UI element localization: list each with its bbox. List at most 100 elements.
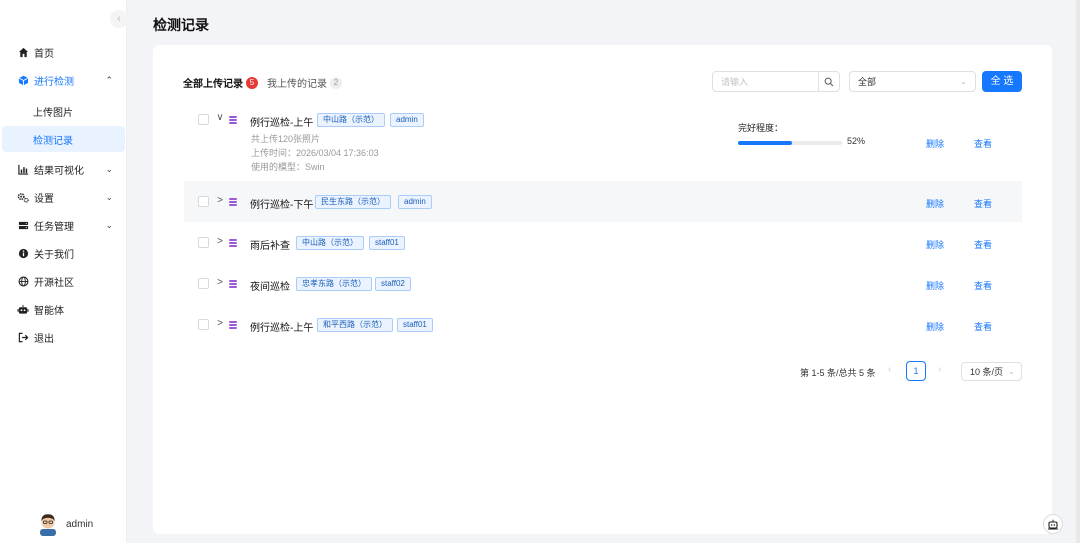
progress-fill xyxy=(738,141,793,145)
drag-handle-icon[interactable] xyxy=(229,239,237,247)
sidebar-item-home[interactable]: 首页 xyxy=(0,38,127,66)
record-title: 例行巡检-上午 xyxy=(250,118,314,129)
search-icon xyxy=(824,77,834,86)
tab-all-records[interactable]: 全部上传记录 5 xyxy=(183,75,258,90)
sidebar-item-agent[interactable]: 智能体 xyxy=(0,295,127,323)
drag-handle-icon[interactable] xyxy=(229,198,237,206)
sidebar-subitem-upload[interactable]: 上传图片 xyxy=(0,98,123,124)
page-size-select[interactable]: 10 条/页 ⌄ xyxy=(961,362,1022,381)
sidebar-subitem-label: 上传图片 xyxy=(33,107,73,119)
pagination-summary: 第 1-5 条/总共 5 条 xyxy=(800,368,876,378)
info-icon xyxy=(17,247,29,259)
photo-count: 共上传120张照片 xyxy=(251,134,321,144)
delete-button[interactable]: 删除 xyxy=(926,238,944,251)
sidebar-item-label: 结果可视化 xyxy=(34,165,84,177)
count-badge: 2 xyxy=(330,76,342,89)
road-tag: 忠孝东路（示范） xyxy=(296,277,372,291)
sidebar-item-label: 开源社区 xyxy=(34,277,74,289)
delete-button[interactable]: 删除 xyxy=(926,279,944,292)
record-row: ∨ 例行巡检-上午 中山路（示范） admin 共上传120张照片 上传时间：2… xyxy=(184,106,1022,178)
scrollbar[interactable] xyxy=(1076,0,1080,543)
record-title: 例行巡检-上午 xyxy=(250,323,314,334)
progress-bar xyxy=(738,141,842,145)
delete-button[interactable]: 删除 xyxy=(926,137,944,150)
view-button[interactable]: 查看 xyxy=(974,320,992,333)
record-row: > 夜间巡检 忠孝东路（示范） staff02 删除 查看 xyxy=(184,263,1022,304)
delete-button[interactable]: 删除 xyxy=(926,197,944,210)
search-button[interactable] xyxy=(818,72,839,91)
sidebar-item-about[interactable]: 关于我们 xyxy=(0,239,127,267)
row-checkbox[interactable] xyxy=(198,114,209,125)
drag-handle-icon[interactable] xyxy=(229,116,237,124)
tab-my-records[interactable]: 我上传的记录 2 xyxy=(267,75,342,90)
record-title: 夜间巡检 xyxy=(250,282,290,293)
row-checkbox[interactable] xyxy=(198,319,209,330)
chevron-down-icon: ⌄ xyxy=(105,163,113,174)
sidebar-item-label: 首页 xyxy=(34,48,54,60)
sidebar-item-community[interactable]: 开源社区 xyxy=(0,267,127,295)
sidebar-item-label: 退出 xyxy=(34,333,54,345)
user-profile[interactable]: admin xyxy=(37,512,93,536)
select-all-button[interactable]: 全 选 xyxy=(982,71,1022,92)
sidebar-item-label: 关于我们 xyxy=(34,249,74,261)
chevron-right-icon[interactable]: > xyxy=(215,318,225,329)
view-button[interactable]: 查看 xyxy=(974,137,992,150)
sidebar-subitem-records[interactable]: 检测记录 xyxy=(2,126,125,152)
record-title: 雨后补查 xyxy=(250,241,290,252)
user-tag: staff02 xyxy=(375,277,411,291)
sidebar-item-logout[interactable]: 退出 xyxy=(0,323,127,351)
view-button[interactable]: 查看 xyxy=(974,238,992,251)
page-size-value: 10 条/页 xyxy=(970,367,1004,377)
record-row: > 雨后补查 中山路（示范） staff01 删除 查看 xyxy=(184,222,1022,263)
count-badge: 5 xyxy=(246,76,258,89)
sidebar-item-label: 进行检测 xyxy=(34,76,74,88)
sidebar-item-detect[interactable]: 进行检测 ⌃ xyxy=(0,66,127,94)
sidebar-item-tasks[interactable]: 任务管理 ⌄ xyxy=(0,211,127,239)
record-row: > 例行巡检-下午 民生东路（示范） admin 删除 查看 xyxy=(184,181,1022,222)
robot-icon xyxy=(17,303,29,315)
row-checkbox[interactable] xyxy=(198,196,209,207)
view-button[interactable]: 查看 xyxy=(974,197,992,210)
row-checkbox[interactable] xyxy=(198,237,209,248)
chevron-up-icon: ⌃ xyxy=(105,74,113,85)
home-icon xyxy=(17,46,29,58)
cube-icon xyxy=(17,74,29,86)
chevron-down-icon: ⌄ xyxy=(1008,367,1015,376)
sidebar-subitem-label: 检测记录 xyxy=(33,135,73,147)
chevron-down-icon: ⌄ xyxy=(105,191,113,202)
record-row: > 例行巡检-上午 和平西路（示范） staff01 删除 查看 xyxy=(184,304,1022,345)
filter-select[interactable]: 全部 ⌄ xyxy=(849,71,976,92)
chevron-right-icon[interactable]: > xyxy=(215,277,225,288)
page-button-current[interactable]: 1 xyxy=(906,361,926,381)
road-tag: 民生东路（示范） xyxy=(315,195,391,209)
delete-button[interactable]: 删除 xyxy=(926,320,944,333)
robot-icon xyxy=(1048,519,1058,530)
chevron-left-icon[interactable]: ‹ xyxy=(110,10,128,28)
user-tag: admin xyxy=(390,113,424,127)
search-box[interactable]: 请输入 xyxy=(712,71,840,92)
robot-assistant-button[interactable] xyxy=(1043,514,1063,534)
chevron-right-icon[interactable]: > xyxy=(215,195,225,206)
view-button[interactable]: 查看 xyxy=(974,279,992,292)
sidebar: ‹ 首页 进行检测 ⌃ 上传图片 检测记录 结果可视化 ⌄ 设置 ⌄ 任务管理 … xyxy=(0,0,128,543)
sidebar-item-visualize[interactable]: 结果可视化 ⌄ xyxy=(0,155,127,183)
chevron-right-icon[interactable]: › xyxy=(938,364,941,375)
road-tag: 和平西路（示范） xyxy=(317,318,393,332)
sidebar-item-label: 任务管理 xyxy=(34,221,74,233)
drag-handle-icon[interactable] xyxy=(229,280,237,288)
gears-icon xyxy=(17,191,29,203)
row-checkbox[interactable] xyxy=(198,278,209,289)
sidebar-item-settings[interactable]: 设置 ⌄ xyxy=(0,183,127,211)
server-icon xyxy=(17,219,29,231)
chevron-left-icon[interactable]: ‹ xyxy=(888,364,891,375)
tab-label: 我上传的记录 xyxy=(267,79,327,90)
filter-value: 全部 xyxy=(858,77,877,87)
user-tag: staff01 xyxy=(369,236,405,250)
chevron-down-icon[interactable]: ∨ xyxy=(215,112,225,123)
sidebar-item-label: 智能体 xyxy=(34,305,64,317)
user-tag: admin xyxy=(398,195,432,209)
drag-handle-icon[interactable] xyxy=(229,321,237,329)
search-input[interactable]: 请输入 xyxy=(713,75,818,88)
tab-label: 全部上传记录 xyxy=(183,79,243,90)
chevron-right-icon[interactable]: > xyxy=(215,236,225,247)
